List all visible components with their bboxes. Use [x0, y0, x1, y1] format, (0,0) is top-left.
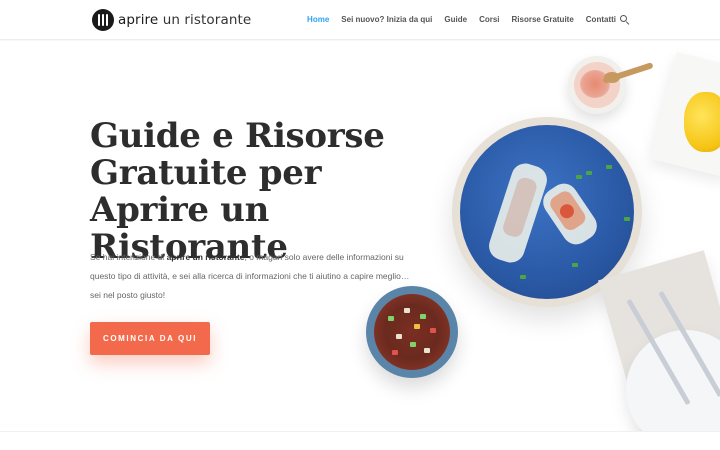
cutlery-logo-icon	[92, 9, 114, 31]
logo-text-b: un ristorante	[158, 12, 252, 28]
nav-item-start-here[interactable]: Sei nuovo? Inizia da qui	[341, 15, 432, 24]
scrambled-egg-image	[684, 92, 720, 152]
nav-item-contatti[interactable]: Contatti	[586, 15, 616, 24]
hero-description: Se hai intenzione di aprire un ristorant…	[90, 248, 410, 305]
hero-text-before: Se hai intenzione di	[90, 252, 167, 262]
section-divider	[0, 431, 720, 450]
nav-item-corsi[interactable]: Corsi	[479, 15, 499, 24]
nav-item-guide[interactable]: Guide	[444, 15, 467, 24]
main-nav: Home Sei nuovo? Inizia da qui Guide Cors…	[295, 15, 616, 24]
nav-item-risorse-gratuite[interactable]: Risorse Gratuite	[512, 15, 574, 24]
search-icon[interactable]	[620, 15, 630, 26]
logo-text-a: aprire	[118, 12, 159, 28]
site-logo[interactable]: aprire un ristorante	[92, 9, 251, 31]
start-here-button[interactable]: COMINCIA DA QUI	[90, 322, 210, 355]
logo-text: aprire un ristorante	[118, 12, 251, 28]
small-bowl-image	[568, 56, 626, 114]
dipping-sauce-bowl-image	[366, 286, 458, 378]
hero-title: Guide e Risorse Gratuite per Aprire un R…	[90, 116, 385, 267]
hero-text-bold[interactable]: aprire un ristorante	[167, 252, 245, 262]
nav-item-home[interactable]: Home	[307, 15, 329, 24]
site-header: aprire un ristorante Home Sei nuovo? Ini…	[0, 0, 720, 40]
